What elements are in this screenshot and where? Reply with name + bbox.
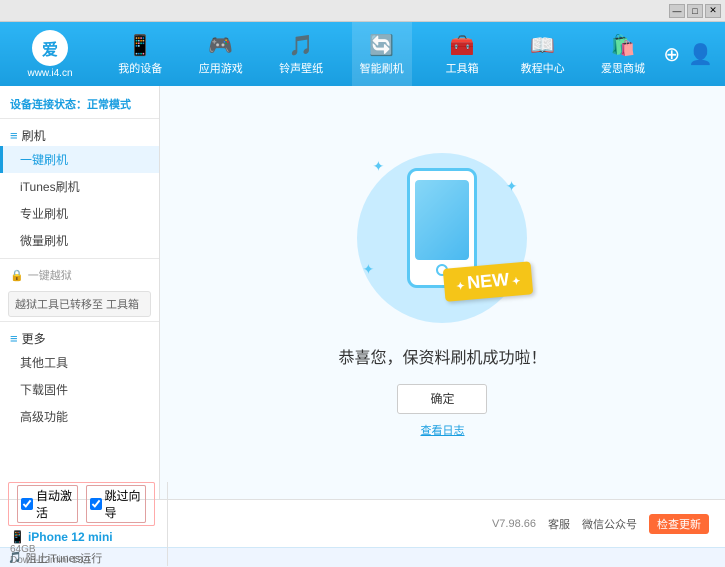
title-bar: — □ ✕ <box>0 0 725 22</box>
sidebar-item-other-tools[interactable]: 其他工具 <box>0 349 159 376</box>
nav-ringtones-label: 铃声壁纸 <box>279 60 323 76</box>
content-area: ✦ ✦ ✦ NEW 恭喜您，保资料刷机成功啦！ 确定 查看日志 <box>160 86 725 499</box>
sidebar-item-one-click-flash[interactable]: 一键刷机 <box>0 146 159 173</box>
status-label: 设备连接状态： <box>10 99 87 111</box>
nav-store-label: 爱思商城 <box>601 60 645 76</box>
nav-toolbox-icon: 🧰 <box>450 33 475 58</box>
section-flash-header: ≡ 刷机 <box>0 123 159 146</box>
auto-launch-checkbox[interactable]: 自动激活 <box>17 485 78 523</box>
main-container: 设备连接状态：正常模式 ≡ 刷机 一键刷机 iTunes刷机 专业刷机 微量刷机… <box>0 86 725 499</box>
nav-store[interactable]: 🛍️ 爱思商城 <box>593 22 653 86</box>
lock-icon: 🔒 <box>10 269 24 282</box>
skip-wizard-input[interactable] <box>90 498 102 510</box>
nav-toolbox-label: 工具箱 <box>446 60 479 76</box>
section-more-title: 更多 <box>22 330 46 347</box>
itunes-label: 阻止iTunes运行 <box>26 550 103 566</box>
support-link[interactable]: 客服 <box>548 516 570 532</box>
nav-tutorial[interactable]: 📖 教程中心 <box>513 22 573 86</box>
skip-wizard-label: 跳过向导 <box>105 487 143 521</box>
success-card: ✦ ✦ ✦ NEW 恭喜您，保资料刷机成功啦！ 确定 查看日志 <box>338 148 546 438</box>
device-name-text: iPhone 12 mini <box>28 530 113 544</box>
status-bar: 设备连接状态：正常模式 <box>0 90 159 119</box>
sidebar-item-save-flash[interactable]: 微量刷机 <box>0 227 159 254</box>
phone-screen <box>415 180 469 260</box>
divider-1 <box>0 258 159 259</box>
nav-items: 📱 我的设备 🎮 应用游戏 🎵 铃声壁纸 🔄 智能刷机 🧰 工具箱 📖 教程中心… <box>100 22 663 86</box>
sidebar-item-advanced[interactable]: 高级功能 <box>0 403 159 430</box>
flash-section-icon: ≡ <box>10 128 18 143</box>
sidebar-info-box: 越狱工具已转移至 工具箱 <box>8 291 151 317</box>
nav-app-games[interactable]: 🎮 应用游戏 <box>191 22 251 86</box>
version-text: V7.98.66 <box>492 518 536 530</box>
header: 爱 www.i4.cn 📱 我的设备 🎮 应用游戏 🎵 铃声壁纸 🔄 智能刷机 … <box>0 22 725 86</box>
sparkle-1: ✦ <box>372 158 384 175</box>
nav-tutorial-label: 教程中心 <box>521 60 565 76</box>
logo-text: www.i4.cn <box>27 68 72 79</box>
logo-icon: 爱 <box>32 30 68 66</box>
divider-2 <box>0 321 159 322</box>
locked-label: 一键越狱 <box>28 267 72 283</box>
bottom-section: 自动激活 跳过向导 📱 iPhone 12 mini 64GB Down-12m… <box>0 499 725 567</box>
wechat-link[interactable]: 微信公众号 <box>582 516 637 532</box>
nav-flash-label: 智能刷机 <box>360 60 404 76</box>
sidebar-item-itunes-flash[interactable]: iTunes刷机 <box>0 173 159 200</box>
sparkle-2: ✦ <box>506 178 518 195</box>
skip-wizard-checkbox[interactable]: 跳过向导 <box>86 485 147 523</box>
itunes-icon: 🎵 <box>8 551 22 564</box>
sidebar: 设备连接状态：正常模式 ≡ 刷机 一键刷机 iTunes刷机 专业刷机 微量刷机… <box>0 86 160 499</box>
device-phone-icon: 📱 <box>10 530 25 544</box>
more-section-icon: ≡ <box>10 331 18 346</box>
user-button[interactable]: 👤 <box>688 42 713 67</box>
nav-flash-icon: 🔄 <box>369 33 394 58</box>
download-button[interactable]: ⊕ <box>663 42 680 67</box>
nav-device-label: 我的设备 <box>118 60 162 76</box>
nav-store-icon: 🛍️ <box>611 33 636 58</box>
section-more-header: ≡ 更多 <box>0 326 159 349</box>
confirm-button[interactable]: 确定 <box>397 384 487 414</box>
nav-right: ⊕ 👤 <box>663 42 725 67</box>
close-button[interactable]: ✕ <box>705 4 721 18</box>
nav-smart-flash[interactable]: 🔄 智能刷机 <box>352 22 412 86</box>
nav-my-device[interactable]: 📱 我的设备 <box>110 22 170 86</box>
sidebar-item-download-firmware[interactable]: 下载固件 <box>0 376 159 403</box>
section-flash-title: 刷机 <box>22 127 46 144</box>
device-name: 📱 iPhone 12 mini <box>10 530 163 544</box>
nav-apps-icon: 🎮 <box>208 33 233 58</box>
sparkle-3: ✦ <box>362 261 374 278</box>
minimize-button[interactable]: — <box>669 4 685 18</box>
maximize-button[interactable]: □ <box>687 4 703 18</box>
nav-ringtones[interactable]: 🎵 铃声壁纸 <box>271 22 331 86</box>
auto-launch-input[interactable] <box>21 498 33 510</box>
nav-ringtones-icon: 🎵 <box>289 33 314 58</box>
checkboxes-row: 自动激活 跳过向导 <box>8 482 155 526</box>
device-bottom-row: 自动激活 跳过向导 📱 iPhone 12 mini 64GB Down-12m… <box>0 499 725 547</box>
new-badge: NEW <box>443 261 534 302</box>
sidebar-item-pro-flash[interactable]: 专业刷机 <box>0 200 159 227</box>
phone-illustration: ✦ ✦ ✦ NEW <box>352 148 532 328</box>
nav-toolbox[interactable]: 🧰 工具箱 <box>432 22 492 86</box>
update-button[interactable]: 检查更新 <box>649 514 709 534</box>
nav-apps-label: 应用游戏 <box>199 60 243 76</box>
sidebar-locked-jailbreak: 🔒 一键越狱 <box>0 263 159 287</box>
status-value: 正常模式 <box>87 99 131 111</box>
auto-launch-label: 自动激活 <box>36 487 74 521</box>
log-link[interactable]: 查看日志 <box>420 422 464 438</box>
nav-device-icon: 📱 <box>128 33 153 58</box>
logo-area: 爱 www.i4.cn <box>0 26 100 83</box>
nav-tutorial-icon: 📖 <box>530 33 555 58</box>
success-text: 恭喜您，保资料刷机成功啦！ <box>338 344 546 368</box>
